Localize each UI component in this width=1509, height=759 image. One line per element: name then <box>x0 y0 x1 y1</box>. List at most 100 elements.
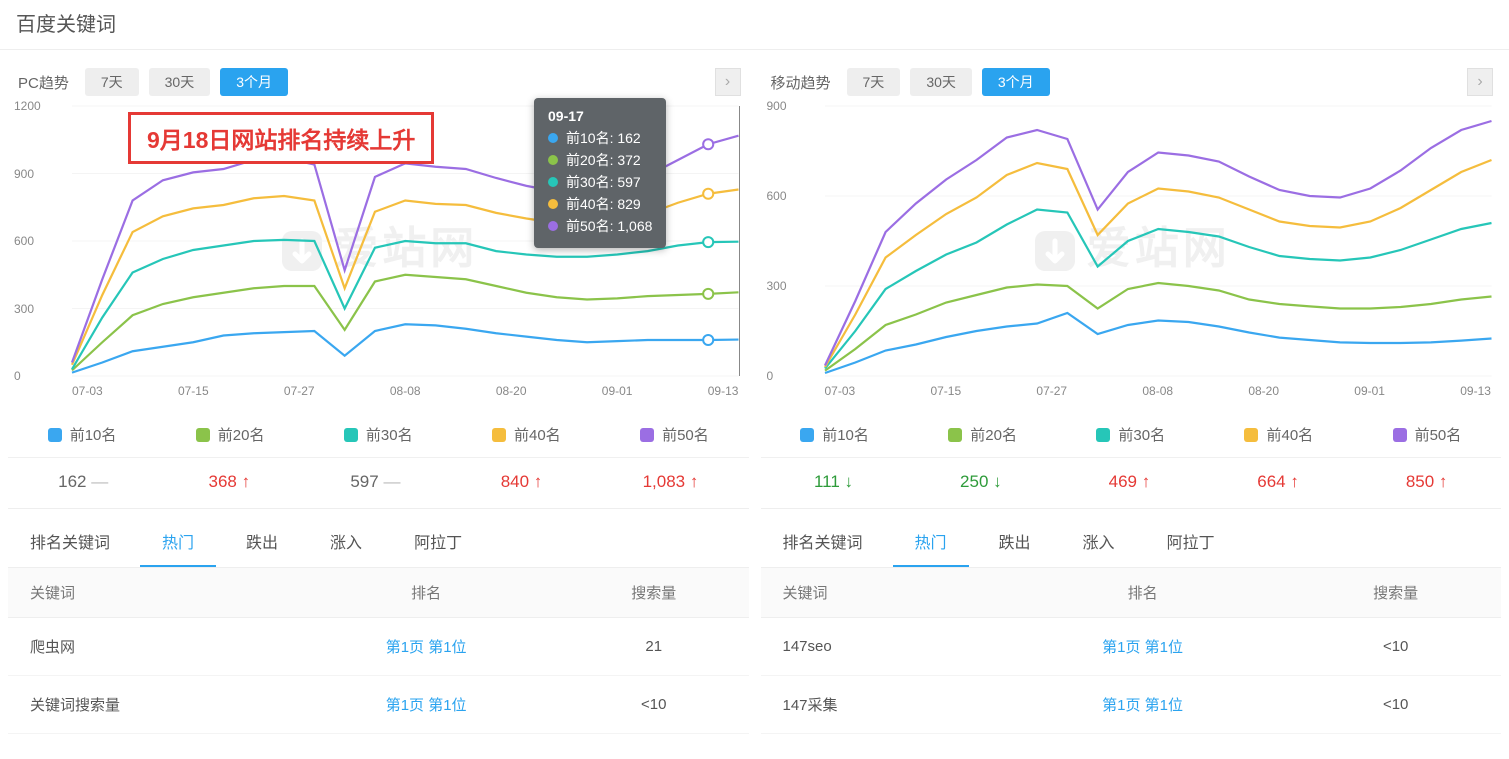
rank-link[interactable]: 第1页 第1位 <box>386 697 467 714</box>
legend-swatch-icon <box>196 428 210 442</box>
legend-swatch-icon <box>344 428 358 442</box>
legend-label: 前50名 <box>662 424 709 445</box>
legend-dot-icon <box>548 177 558 187</box>
legend-swatch-icon <box>640 428 654 442</box>
legend-label: 前10名 <box>70 424 117 445</box>
mobile-trend-title: 移动趋势 <box>771 72 831 93</box>
pc-chart[interactable]: 爱站网 03006009001200 07-0307-1507-2708-080… <box>8 100 749 400</box>
stat-value: 1,083 <box>643 472 699 492</box>
y-tick-label: 600 <box>14 234 34 248</box>
x-tick-label: 09-01 <box>1354 384 1385 398</box>
cell-keyword: 关键词搜索量 <box>8 676 293 734</box>
cell-keyword: 爬虫网 <box>8 618 293 676</box>
tab-out[interactable]: 跌出 <box>224 519 300 567</box>
x-tick-label: 09-13 <box>1460 384 1491 398</box>
legend: 前10名 前20名 前30名 前40名 前50名 <box>761 400 1502 458</box>
pill-7d[interactable]: 7天 <box>847 68 901 96</box>
x-tick-label: 09-01 <box>602 384 633 398</box>
page-title: 百度关键词 <box>0 0 1509 50</box>
tab-out[interactable]: 跌出 <box>977 519 1053 567</box>
legend-swatch-icon <box>948 428 962 442</box>
tooltip-value: 前40名: 829 <box>566 194 641 214</box>
table-row: 147seo 第1页 第1位 <10 <box>761 618 1502 676</box>
pill-3m[interactable]: 3个月 <box>220 68 288 96</box>
annotation-box: 9月18日网站排名持续上升 <box>128 112 434 164</box>
table-row: 147采集 第1页 第1位 <10 <box>761 676 1502 734</box>
th-rank: 排名 <box>995 568 1290 618</box>
legend-dot-icon <box>548 133 558 143</box>
y-tick-label: 300 <box>14 302 34 316</box>
x-tick-label: 07-27 <box>1036 384 1067 398</box>
stat-value: 840 <box>501 472 543 492</box>
mobile-panel: 移动趋势 7天 30天 3个月 › 爱站网 0300600900 07-0307… <box>761 54 1502 734</box>
legend-item[interactable]: 前10名 <box>48 424 117 445</box>
legend-item[interactable]: 前30名 <box>1096 424 1165 445</box>
th-rank: 排名 <box>293 568 559 618</box>
chevron-right-icon[interactable]: › <box>715 68 741 96</box>
pill-30d[interactable]: 30天 <box>149 68 211 96</box>
tooltip-value: 前20名: 372 <box>566 150 641 170</box>
x-tick-label: 07-15 <box>930 384 961 398</box>
tooltip-value: 前50名: 1,068 <box>566 216 652 236</box>
stats-row: 1623685978401,083 <box>8 458 749 509</box>
tab-in[interactable]: 涨入 <box>308 519 384 567</box>
cell-volume: <10 <box>1290 676 1501 734</box>
rank-link[interactable]: 第1页 第1位 <box>1102 639 1183 656</box>
pc-panel: PC趋势 7天 30天 3个月 › 爱站网 03006009001200 07-… <box>8 54 749 734</box>
y-tick-label: 1200 <box>14 99 41 113</box>
cell-volume: <10 <box>559 676 748 734</box>
pill-7d[interactable]: 7天 <box>85 68 139 96</box>
pill-30d[interactable]: 30天 <box>910 68 972 96</box>
legend-label: 前40名 <box>1266 424 1313 445</box>
y-tick-label: 900 <box>767 99 787 113</box>
legend-item[interactable]: 前40名 <box>492 424 561 445</box>
th-keyword: 关键词 <box>761 568 995 618</box>
legend-item[interactable]: 前20名 <box>948 424 1017 445</box>
x-tick-label: 08-20 <box>496 384 527 398</box>
stat-value: 111 <box>814 472 853 492</box>
legend-dot-icon <box>548 199 558 209</box>
x-tick-label: 08-20 <box>1248 384 1279 398</box>
y-tick-label: 300 <box>767 279 787 293</box>
tooltip-date: 09-17 <box>548 108 652 124</box>
legend-item[interactable]: 前10名 <box>800 424 869 445</box>
stat-value: 368 <box>208 472 250 492</box>
tab-aladdin[interactable]: 阿拉丁 <box>392 519 484 567</box>
cell-volume: 21 <box>559 618 748 676</box>
legend-swatch-icon <box>800 428 814 442</box>
legend-swatch-icon <box>1393 428 1407 442</box>
legend-label: 前20名 <box>218 424 265 445</box>
y-tick-label: 600 <box>767 189 787 203</box>
x-tick-label: 07-15 <box>178 384 209 398</box>
tab-rank-keywords[interactable]: 排名关键词 <box>761 519 885 567</box>
legend-item[interactable]: 前40名 <box>1244 424 1313 445</box>
hover-line <box>739 106 740 376</box>
stat-value: 597 <box>350 472 400 492</box>
rank-link[interactable]: 第1页 第1位 <box>1102 697 1183 714</box>
legend-item[interactable]: 前50名 <box>640 424 709 445</box>
chevron-right-icon[interactable]: › <box>1467 68 1493 96</box>
x-tick-label: 08-08 <box>1142 384 1173 398</box>
pill-3m[interactable]: 3个月 <box>982 68 1050 96</box>
mobile-chart[interactable]: 爱站网 0300600900 07-0307-1507-2708-0808-20… <box>761 100 1502 400</box>
tab-hot[interactable]: 热门 <box>893 519 969 567</box>
legend-label: 前50名 <box>1415 424 1462 445</box>
stat-value: 850 <box>1406 472 1448 492</box>
tab-hot[interactable]: 热门 <box>140 519 216 567</box>
legend-dot-icon <box>548 221 558 231</box>
tab-in[interactable]: 涨入 <box>1061 519 1137 567</box>
legend-item[interactable]: 前30名 <box>344 424 413 445</box>
tab-aladdin[interactable]: 阿拉丁 <box>1145 519 1237 567</box>
legend-item[interactable]: 前20名 <box>196 424 265 445</box>
y-tick-label: 900 <box>14 167 34 181</box>
rank-link[interactable]: 第1页 第1位 <box>386 639 467 656</box>
stat-value: 250 <box>960 472 1002 492</box>
tooltip-value: 前10名: 162 <box>566 128 641 148</box>
th-keyword: 关键词 <box>8 568 293 618</box>
legend-label: 前30名 <box>366 424 413 445</box>
tooltip-value: 前30名: 597 <box>566 172 641 192</box>
legend-item[interactable]: 前50名 <box>1393 424 1462 445</box>
tab-rank-keywords[interactable]: 排名关键词 <box>8 519 132 567</box>
legend-swatch-icon <box>48 428 62 442</box>
y-tick-label: 0 <box>767 369 774 383</box>
